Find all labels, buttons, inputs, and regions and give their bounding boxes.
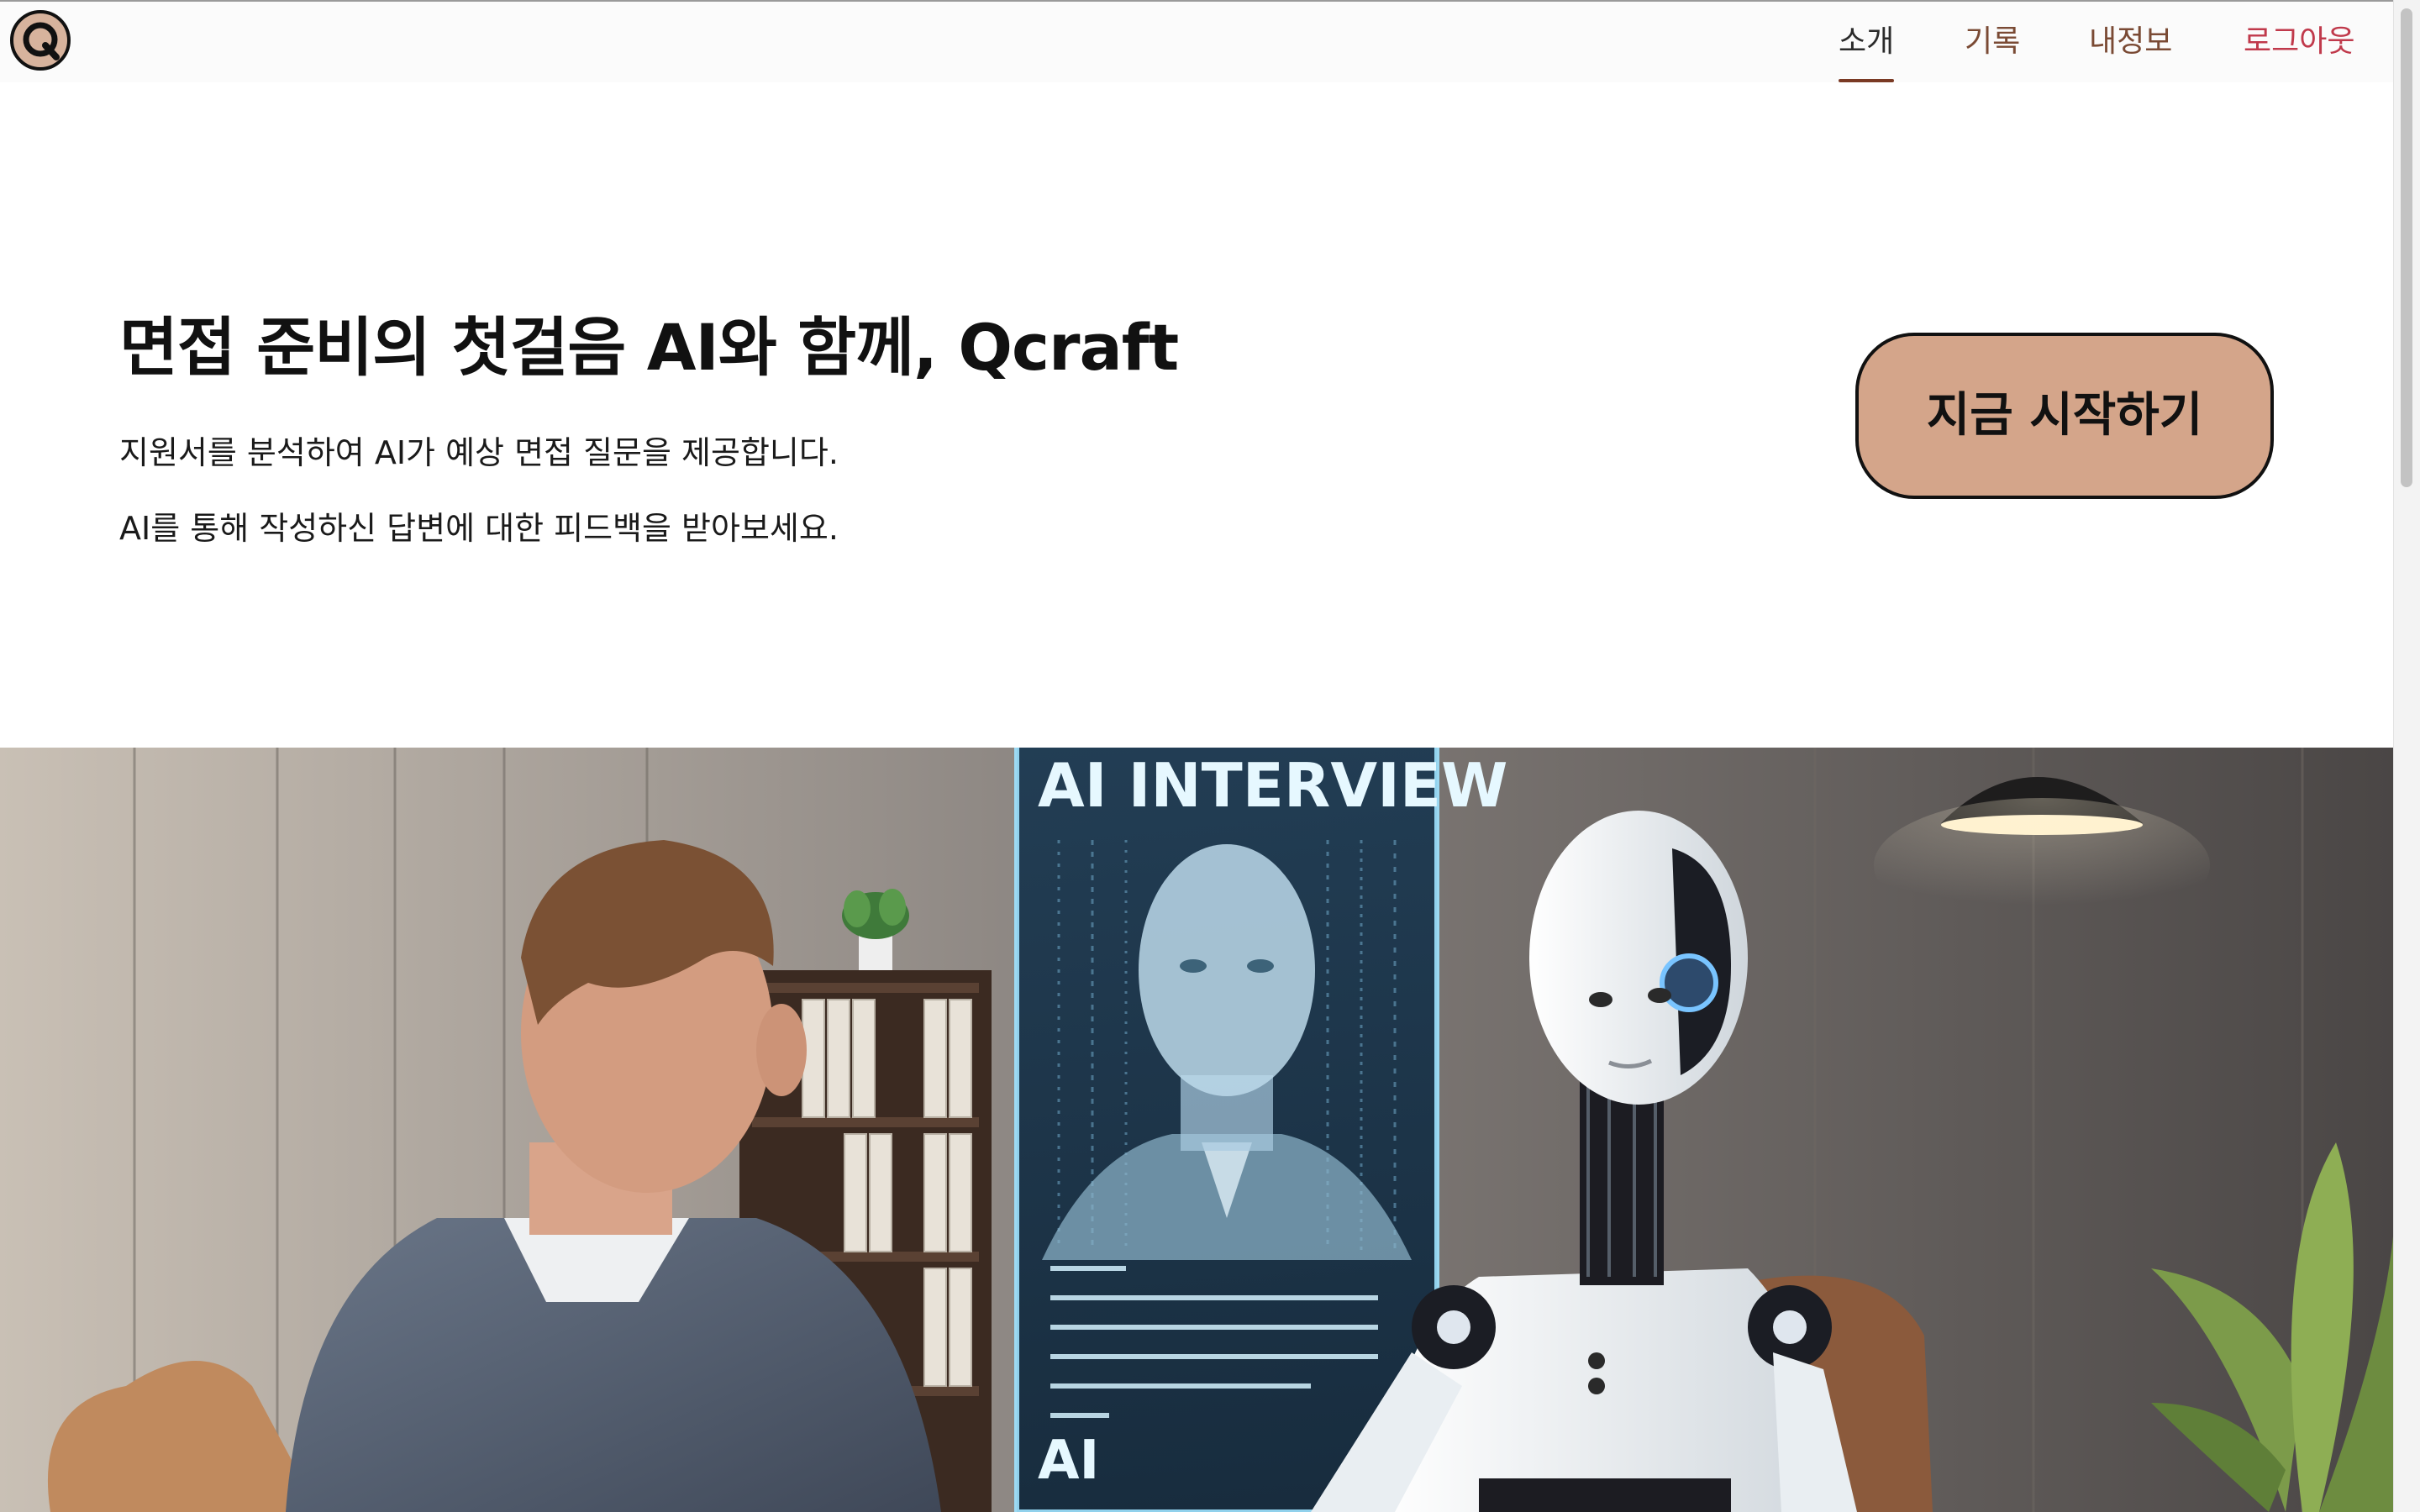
scrollbar-thumb[interactable] (2401, 8, 2412, 487)
nav-item-intro-label: 소개 (1839, 24, 1895, 59)
vertical-scrollbar[interactable] (2393, 0, 2420, 1512)
hero-banner-image: AI INTERVIEW AI (0, 748, 2395, 1512)
nav-item-my-info-label: 내정보 (2089, 24, 2173, 59)
screen-heading: AI INTERVIEW (1038, 750, 1507, 821)
page: 소개 기록 내정보 로그아웃 면접 준비의 첫걸음 AI와 함께, Qcraft… (0, 0, 2420, 1512)
nav-item-intro[interactable]: 소개 (1839, 18, 1895, 82)
start-now-button[interactable]: 지금 시작하기 (1855, 333, 2274, 499)
ai-interview-illustration: AI INTERVIEW AI (0, 748, 2395, 1512)
hero-title: 면접 준비의 첫걸음 AI와 함께, Qcraft (119, 310, 1179, 385)
top-navigation-bar: 소개 기록 내정보 로그아웃 (0, 0, 2393, 82)
nav-item-history[interactable]: 기록 (1965, 18, 2020, 66)
active-tab-indicator (1839, 79, 1895, 82)
nav-item-logout[interactable]: 로그아웃 (2244, 18, 2354, 66)
nav-item-my-info[interactable]: 내정보 (2089, 18, 2172, 66)
screen-footer-label: AI (1038, 1430, 1099, 1492)
nav-item-logout-label: 로그아웃 (2244, 24, 2355, 59)
hero-description-2: AI를 통해 작성하신 답변에 대한 피드백을 받아보세요. (119, 510, 839, 547)
q-logo-icon[interactable] (10, 10, 71, 71)
nav-item-history-label: 기록 (1965, 24, 2021, 59)
hero-description-1: 지원서를 분석하여 AI가 예상 면접 질문을 제공합니다. (119, 434, 839, 471)
